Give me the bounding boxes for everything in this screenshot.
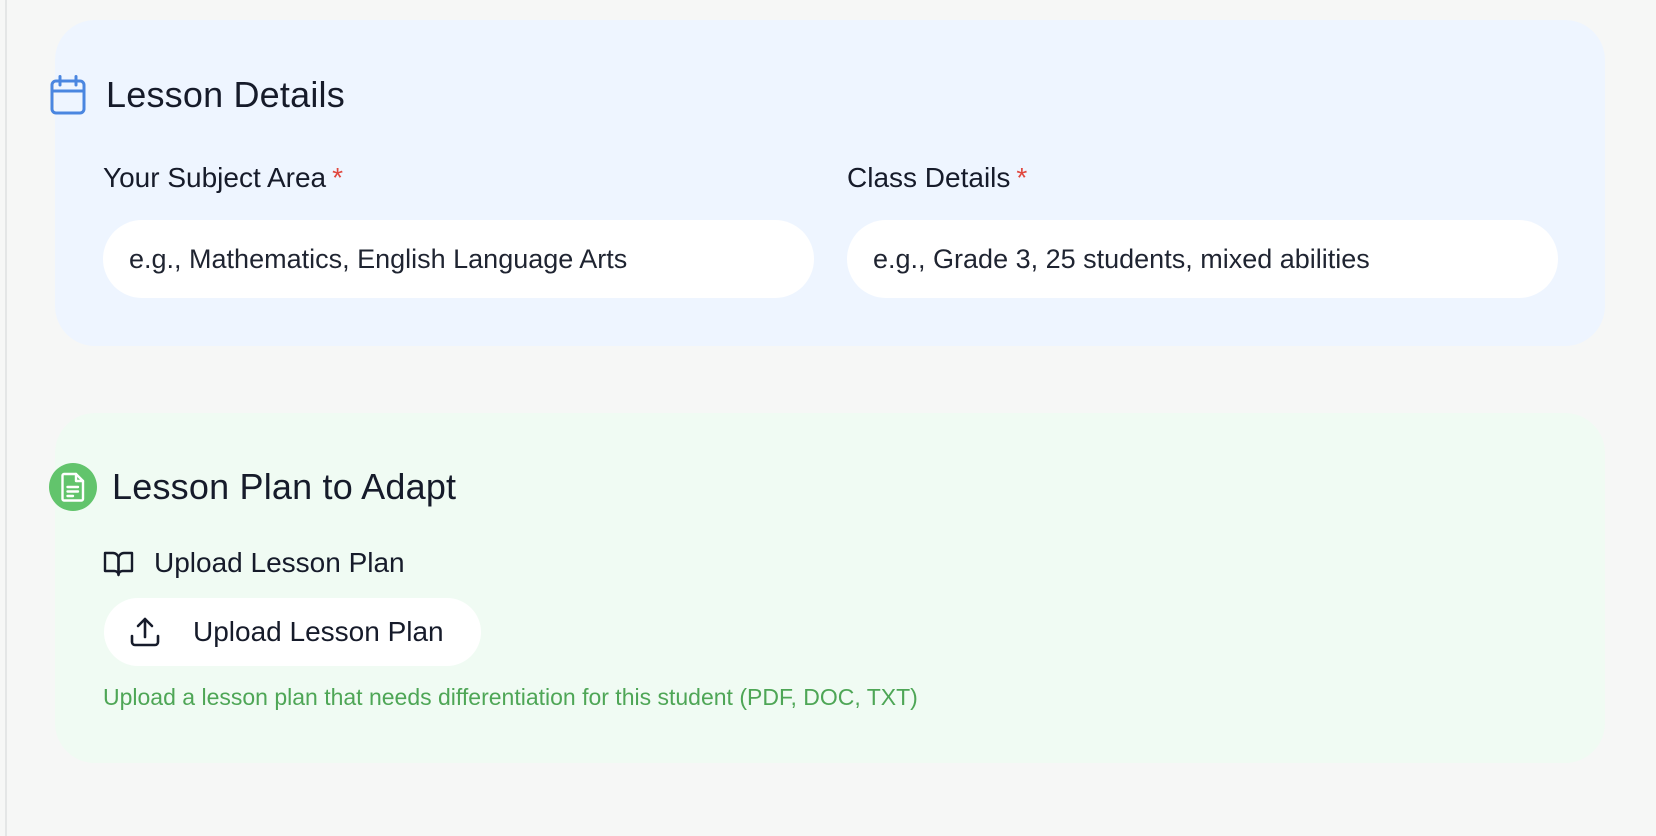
upload-label-text: Upload Lesson Plan (154, 547, 405, 578)
book-open-icon (103, 549, 134, 577)
upload-helper-text: Upload a lesson plan that needs differen… (103, 684, 918, 710)
lesson-plan-header: Lesson Plan to Adapt (49, 461, 456, 513)
upload-button-label: Upload Lesson Plan (193, 616, 444, 647)
left-divider (5, 0, 7, 836)
upload-lesson-plan-button[interactable]: Upload Lesson Plan (104, 598, 481, 666)
subject-area-label-text: Your Subject Area (103, 162, 327, 193)
lesson-plan-title: Lesson Plan to Adapt (112, 466, 457, 507)
class-details-input[interactable] (847, 220, 1558, 298)
page: Lesson Details Your Subject Area * Class … (0, 0, 1656, 836)
lesson-details-header: Lesson Details (49, 72, 345, 118)
class-details-label: Class Details * (847, 162, 1027, 194)
upload-lesson-plan-label: Upload Lesson Plan (103, 545, 405, 581)
class-details-label-text: Class Details (847, 162, 1011, 193)
subject-area-input[interactable] (103, 220, 814, 298)
required-marker: * (332, 162, 344, 193)
upload-icon (129, 616, 161, 648)
calendar-icon (49, 74, 87, 116)
document-icon (49, 463, 97, 511)
lesson-details-title: Lesson Details (106, 74, 345, 115)
required-marker: * (1016, 162, 1028, 193)
subject-area-label: Your Subject Area * (103, 162, 343, 194)
